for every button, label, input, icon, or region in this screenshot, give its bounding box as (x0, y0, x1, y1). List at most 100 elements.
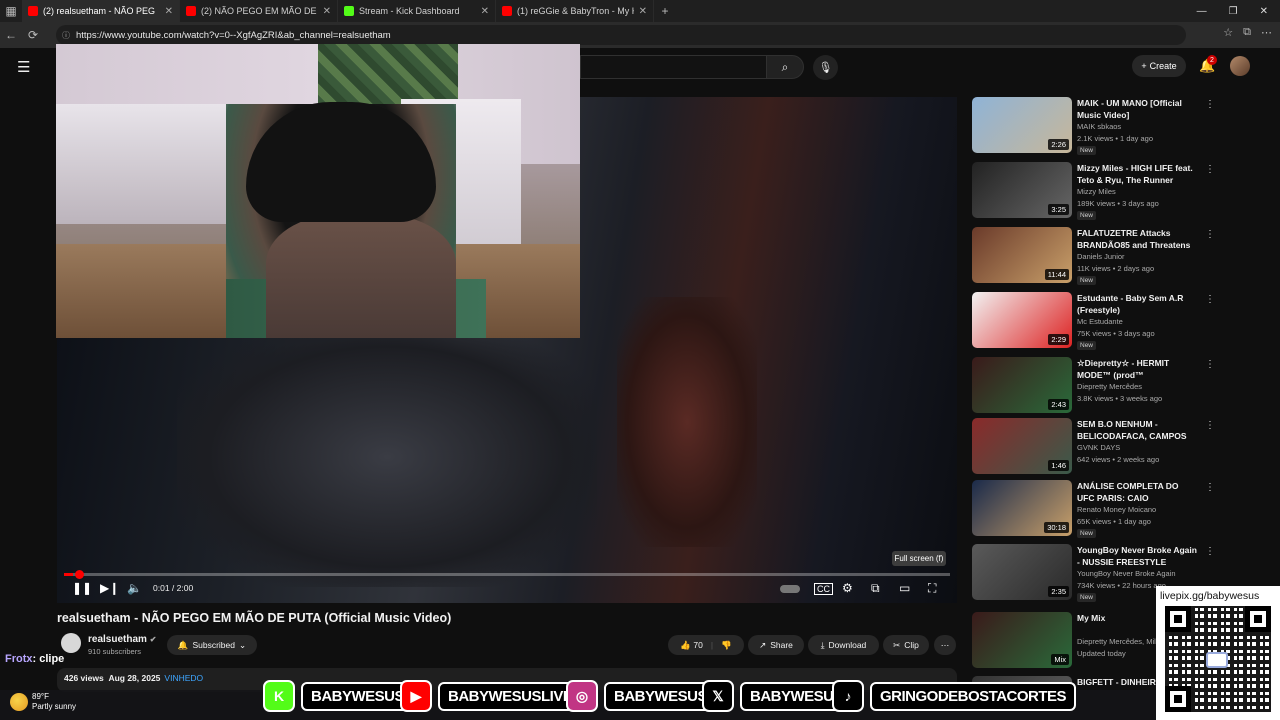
hamburger-menu-icon[interactable]: ☰ (17, 58, 30, 76)
tab-close-icon[interactable]: ✕ (165, 6, 173, 17)
video-title-link[interactable]: SEM B.O NENHUM - BELICODAFACA, CAMPOS RE… (1077, 418, 1197, 442)
back-icon[interactable]: ← (0, 28, 22, 42)
more-options-icon[interactable]: ⋮ (1205, 164, 1215, 175)
video-thumbnail[interactable]: 2:26 (972, 97, 1072, 153)
channel-link[interactable]: YoungBoy Never Broke Again (1077, 569, 1176, 578)
video-duration: 2:43 (1048, 399, 1069, 410)
fullscreen-icon[interactable]: ⛶ (928, 581, 936, 596)
channel-avatar[interactable] (61, 633, 81, 653)
video-title-link[interactable]: MAIK - UM MANO [Official Music Video] (1077, 97, 1197, 121)
search-input[interactable] (580, 55, 766, 79)
subscribed-button[interactable]: 🔔 Subscribed ⌄ (167, 635, 257, 655)
site-info-icon[interactable]: ⓘ (62, 30, 70, 41)
new-tab-button[interactable]: + (654, 4, 676, 18)
more-options-icon[interactable]: ⋮ (1205, 482, 1215, 493)
browser-tab[interactable]: (2) realsuetham - NÃO PEG ✕ (22, 0, 180, 22)
video-thumbnail[interactable]: 2:43 (972, 357, 1072, 413)
more-options-icon[interactable]: ⋮ (1205, 99, 1215, 110)
recommended-video[interactable]: 30:18 ANÁLISE COMPLETA DO UFC PARIS: CAIO… (972, 480, 1215, 538)
settings-gear-icon[interactable]: ⚙ (842, 581, 853, 595)
account-avatar[interactable] (1230, 56, 1250, 76)
video-title-link[interactable]: FALATUZETRE Attacks BRANDÃO85 and Threat… (1077, 227, 1197, 251)
maximize-icon[interactable]: ❐ (1229, 6, 1238, 17)
dislike-button[interactable]: 👎 (721, 640, 732, 651)
video-title-link[interactable]: Mizzy Miles - HIGH LIFE feat. Teto & Ryu… (1077, 162, 1197, 186)
video-thumbnail[interactable]: 11:44 (972, 227, 1072, 283)
minimize-icon[interactable]: — (1197, 6, 1207, 17)
channel-link[interactable]: GVNK DAYS (1077, 443, 1120, 452)
autoplay-toggle[interactable] (780, 585, 800, 593)
share-button[interactable]: ↗ Share (748, 635, 804, 655)
browser-tab[interactable]: (2) NÃO PEGO EM MÃO DE PUTA ✕ (180, 0, 338, 22)
recommended-video[interactable]: 11:44 FALATUZETRE Attacks BRANDÃO85 and T… (972, 227, 1215, 285)
webcam-overlay (56, 44, 580, 338)
channel-link[interactable]: Mc Estudante (1077, 317, 1123, 326)
video-thumbnail[interactable]: Mix (972, 612, 1072, 668)
video-thumbnail[interactable]: 2:35 (972, 544, 1072, 600)
video-thumbnail[interactable]: 30:18 (972, 480, 1072, 536)
reload-icon[interactable]: ⟳ (22, 28, 44, 42)
more-options-icon[interactable]: ⋮ (1205, 229, 1215, 240)
new-badge: New (1077, 211, 1097, 220)
captions-icon[interactable]: CC (814, 583, 833, 595)
download-button[interactable]: ⤓ Download (808, 635, 879, 655)
pause-icon[interactable]: ❚❚ (72, 581, 92, 595)
close-window-icon[interactable]: ✕ (1260, 6, 1268, 17)
video-title-link[interactable]: ☆Diepretty☆ - HERMIT MODE™ (prod™ ☆Diepr… (1077, 357, 1197, 381)
more-actions-button[interactable]: ⋯ (934, 635, 956, 655)
browser-tab[interactable]: Stream - Kick Dashboard ✕ (338, 0, 496, 22)
video-title-link[interactable]: ANÁLISE COMPLETA DO UFC PARIS: CAIO BORR… (1077, 480, 1197, 504)
clip-button[interactable]: ✂ Clip (883, 635, 929, 655)
video-thumbnail[interactable]: 3:25 (972, 162, 1072, 218)
channel-link[interactable]: Daniels Junior (1077, 252, 1125, 261)
recommended-video[interactable]: 3:25 Mizzy Miles - HIGH LIFE feat. Teto &… (972, 162, 1215, 220)
recommended-video[interactable]: 2:43 ☆Diepretty☆ - HERMIT MODE™ (prod™ ☆D… (972, 357, 1215, 415)
progress-bar[interactable] (64, 573, 950, 576)
more-options-icon[interactable]: ⋮ (1205, 546, 1215, 557)
voice-search-button[interactable]: 🎙 (813, 55, 838, 80)
more-options-icon[interactable]: ⋮ (1205, 294, 1215, 305)
notification-badge: 2 (1207, 55, 1217, 65)
channel-link[interactable]: Mizzy Miles (1077, 187, 1116, 196)
recommended-video[interactable]: 1:46 SEM B.O NENHUM - BELICODAFACA, CAMPO… (972, 418, 1215, 476)
share-icon: ↗ (759, 639, 767, 650)
channel-link[interactable]: Diepretty Mercêdes, Mile... (1077, 637, 1166, 646)
volume-icon[interactable]: 🔈 (127, 581, 142, 595)
create-button[interactable]: + Create (1132, 55, 1186, 77)
video-thumbnail[interactable]: 2:29 (972, 292, 1072, 348)
tab-close-icon[interactable]: ✕ (481, 6, 489, 17)
channel-link[interactable]: MAIK sbkaos (1077, 122, 1121, 131)
recommended-video[interactable]: 2:29 Estudante - Baby Sem A.R (Freestyle)… (972, 292, 1215, 350)
qr-finder-top-right (1245, 606, 1271, 632)
settings-more-icon[interactable]: ⋯ (1261, 26, 1272, 39)
tab-close-icon[interactable]: ✕ (639, 6, 647, 17)
more-options-icon[interactable]: ⋮ (1205, 359, 1215, 370)
url-field[interactable]: ⓘ https://www.youtube.com/watch?v=0--Xgf… (56, 25, 1186, 45)
tab-favicon-icon (28, 6, 38, 16)
browser-menu-icon[interactable]: ▦ (0, 4, 22, 18)
location-tag[interactable]: VINHEDO (164, 673, 203, 683)
video-duration: 2:29 (1048, 334, 1069, 345)
video-thumbnail[interactable]: 1:46 (972, 418, 1072, 474)
favorite-icon[interactable]: ☆ (1223, 26, 1233, 39)
tab-close-icon[interactable]: ✕ (323, 6, 331, 17)
search-button[interactable]: ⌕ (766, 55, 804, 79)
browser-tab[interactable]: (1) reGGie & BabyTron - My Hoe ✕ (496, 0, 654, 22)
channel-link[interactable]: Diepretty Mercêdes (1077, 382, 1142, 391)
video-duration: Mix (1051, 654, 1069, 665)
extensions-icon[interactable]: ⧉ (1243, 26, 1251, 39)
more-options-icon[interactable]: ⋮ (1205, 420, 1215, 431)
video-title-link[interactable]: Estudante - Baby Sem A.R (Freestyle) (1077, 292, 1197, 316)
social-link: 𝕏 BABYWESUS (702, 680, 854, 712)
recommended-video[interactable]: 2:26 MAIK - UM MANO [Official Music Video… (972, 97, 1215, 155)
tiktok-icon: ♪ (832, 680, 864, 712)
like-button[interactable]: 👍 70 (680, 640, 702, 651)
miniplayer-icon[interactable]: ⧉ (871, 581, 880, 596)
next-icon[interactable]: ▶❙ (100, 581, 119, 595)
channel-name[interactable]: realsuetham ✔ (88, 634, 156, 645)
channel-link[interactable]: Renato Money Moicano (1077, 505, 1156, 514)
video-title-link[interactable]: YoungBoy Never Broke Again - NUSSIE FREE… (1077, 544, 1197, 568)
theater-mode-icon[interactable]: ▭ (899, 581, 910, 595)
weather-widget[interactable]: 89°F Partly sunny (10, 692, 76, 712)
more-icon: ⋯ (940, 639, 950, 650)
